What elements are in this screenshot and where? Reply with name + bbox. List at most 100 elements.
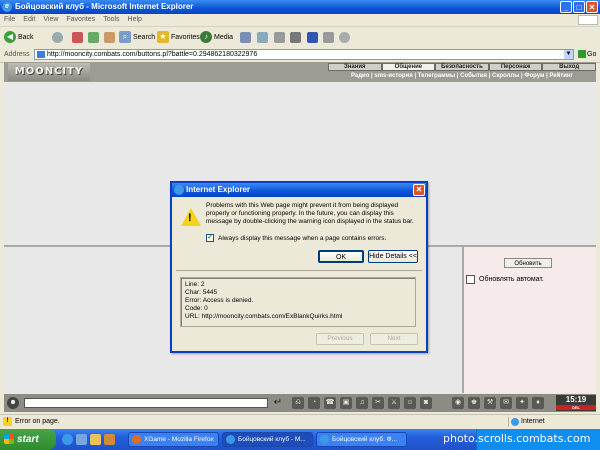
mail-icon[interactable] (257, 32, 268, 43)
taskbar: start XGame - Mozilla Firefox Бойцовский… (0, 429, 600, 450)
nav-character[interactable]: Персонаж (488, 63, 543, 71)
history-icon[interactable] (240, 32, 251, 43)
next-button[interactable]: Next (370, 333, 418, 345)
go-button[interactable]: Go (578, 49, 596, 61)
windows-flag-icon (4, 434, 14, 444)
home-icon[interactable] (104, 32, 115, 43)
warning-icon: ! (181, 208, 201, 226)
ok-button[interactable]: OK (318, 250, 364, 263)
auto-refresh-checkbox[interactable] (466, 275, 475, 284)
address-label: Address (4, 51, 30, 58)
taskbar-item-combats-ie[interactable]: Бойцовский клуб - M... (222, 432, 313, 447)
chat-tool-icon[interactable]: ⎌ (292, 397, 304, 409)
menu-file[interactable]: File (0, 14, 19, 26)
minimize-button[interactable]: _ (560, 1, 572, 13)
media-icon: ♪ (200, 31, 212, 44)
favorites-button[interactable]: ★ Favorites (157, 30, 200, 45)
chat-tool-icon[interactable]: ▣ (340, 397, 352, 409)
address-bar: Address http://mooncity.combats.com/butt… (0, 48, 600, 63)
discuss-icon[interactable] (339, 32, 350, 43)
game-sub-nav[interactable]: Радио | sms-история | Телеграммы | Событ… (328, 72, 596, 80)
dialog-close-button[interactable]: ✕ (413, 184, 425, 196)
chat-tool-icon[interactable]: ☺ (404, 397, 416, 409)
nav-knowledge[interactable]: Знания (328, 63, 382, 71)
print-icon[interactable] (274, 32, 285, 43)
quicklaunch-desktop-icon[interactable] (76, 434, 87, 445)
error-dialog: Internet Explorer ✕ ! Problems with this… (170, 181, 428, 353)
window-title-bar: e Бойцовский клуб - Microsoft Internet E… (0, 0, 600, 14)
chat-tool-icon[interactable]: ◉ (452, 397, 464, 409)
nav-security[interactable]: Безопасность (435, 63, 489, 71)
refresh-button[interactable]: Обновить (504, 258, 552, 268)
send-arrow-icon[interactable]: ↵ (272, 397, 284, 409)
nav-communication[interactable]: Общение (381, 63, 436, 71)
chat-tool-icon[interactable]: ◙ (420, 397, 432, 409)
system-tray: photo.scrolls.combats.com (443, 429, 600, 450)
hide-details-button[interactable]: Hide Details << (368, 250, 418, 263)
address-input[interactable]: http://mooncity.combats.com/buttons.pl?b… (34, 49, 574, 60)
dialog-title-bar: Internet Explorer ✕ (172, 183, 426, 197)
refresh-icon[interactable] (88, 32, 99, 43)
always-display-checkbox[interactable]: ✓ (206, 234, 214, 242)
menu-tools[interactable]: Tools (99, 14, 123, 26)
quicklaunch-folder-icon[interactable] (90, 434, 101, 445)
chat-tool-icon[interactable]: ◔ (308, 397, 320, 409)
smiley-icon[interactable]: ☻ (7, 397, 19, 409)
media-label: Media (214, 34, 234, 41)
close-window-button[interactable]: ✕ (586, 1, 598, 13)
address-dropdown-icon[interactable]: ▼ (564, 50, 573, 59)
edit-icon[interactable] (290, 32, 301, 43)
menu-favorites[interactable]: Favorites (62, 14, 99, 26)
chat-tool-icon[interactable]: ♦ (532, 397, 544, 409)
chat-tool-icon[interactable]: ☎ (324, 397, 336, 409)
maximize-button[interactable]: □ (573, 1, 585, 13)
start-button[interactable]: start (0, 429, 56, 450)
chat-tool-icon[interactable]: ♫ (356, 397, 368, 409)
detail-code: Code: 0 (185, 305, 208, 312)
taskbar-item-combats-forum[interactable]: Бойцовский клуб. Ф... (316, 432, 407, 447)
menu-help[interactable]: Help (124, 14, 146, 26)
window-title: Бойцовский клуб - Microsoft Internet Exp… (15, 2, 194, 11)
chat-tool-icon[interactable]: ✉ (500, 397, 512, 409)
stop-icon[interactable] (72, 32, 83, 43)
chat-tool-icon[interactable]: ✂ (372, 397, 384, 409)
quicklaunch-ie-icon[interactable] (62, 434, 73, 445)
status-bar: ! Error on page. Internet (0, 414, 600, 429)
messenger-icon[interactable] (323, 32, 334, 43)
back-arrow-icon: ◀ (4, 31, 16, 44)
bluetooth-icon[interactable] (307, 32, 318, 43)
menu-view[interactable]: View (39, 14, 62, 26)
media-button[interactable]: ♪ Media (200, 30, 233, 45)
clock-label: DEL (556, 405, 596, 410)
go-label: Go (587, 51, 597, 58)
forward-icon[interactable] (52, 32, 63, 43)
task-label: XGame - Mozilla Firefox (144, 436, 214, 443)
go-arrow-icon (578, 50, 586, 59)
game-main-nav: Знания Общение Безопасность Персонаж Вых… (328, 63, 596, 71)
page-error-warning-icon[interactable]: ! (3, 417, 12, 426)
previous-button[interactable]: Previous (316, 333, 364, 345)
search-button[interactable]: ⌕ Search (119, 30, 155, 45)
chat-tool-icon[interactable]: ♚ (468, 397, 480, 409)
chat-bar: ☻ ↵ ⎌ ◔ ☎ ▣ ♫ ✂ ⚔ ☺ ◙ ◉ ♚ ⚒ ✉ ✦ ♦ 15:19 … (4, 394, 596, 412)
chat-tool-icon[interactable]: ⚔ (388, 397, 400, 409)
detail-char: Char: 5445 (185, 289, 218, 296)
windows-logo-icon (578, 15, 598, 25)
quicklaunch-media-icon[interactable] (104, 434, 115, 445)
chat-input[interactable] (24, 398, 268, 408)
start-label: start (17, 434, 39, 445)
chat-tool-icon[interactable]: ⚒ (484, 397, 496, 409)
back-button[interactable]: ◀ Back (4, 30, 34, 45)
nav-exit[interactable]: Выход (542, 63, 596, 71)
game-header: MOONCITY Знания Общение Безопасность Пер… (4, 62, 596, 82)
firefox-icon (132, 435, 141, 444)
zone-label: Internet (521, 418, 545, 425)
favorites-label: Favorites (171, 34, 200, 41)
taskbar-item-firefox[interactable]: XGame - Mozilla Firefox (128, 432, 219, 447)
chat-tool-icon[interactable]: ✦ (516, 397, 528, 409)
error-details-panel: Line: 2 Char: 5445 Error: Access is deni… (180, 277, 416, 327)
game-clock: 15:19 DEL (556, 395, 596, 411)
favorites-star-icon: ★ (157, 31, 169, 44)
menu-edit[interactable]: Edit (19, 14, 39, 26)
search-icon: ⌕ (119, 31, 131, 44)
